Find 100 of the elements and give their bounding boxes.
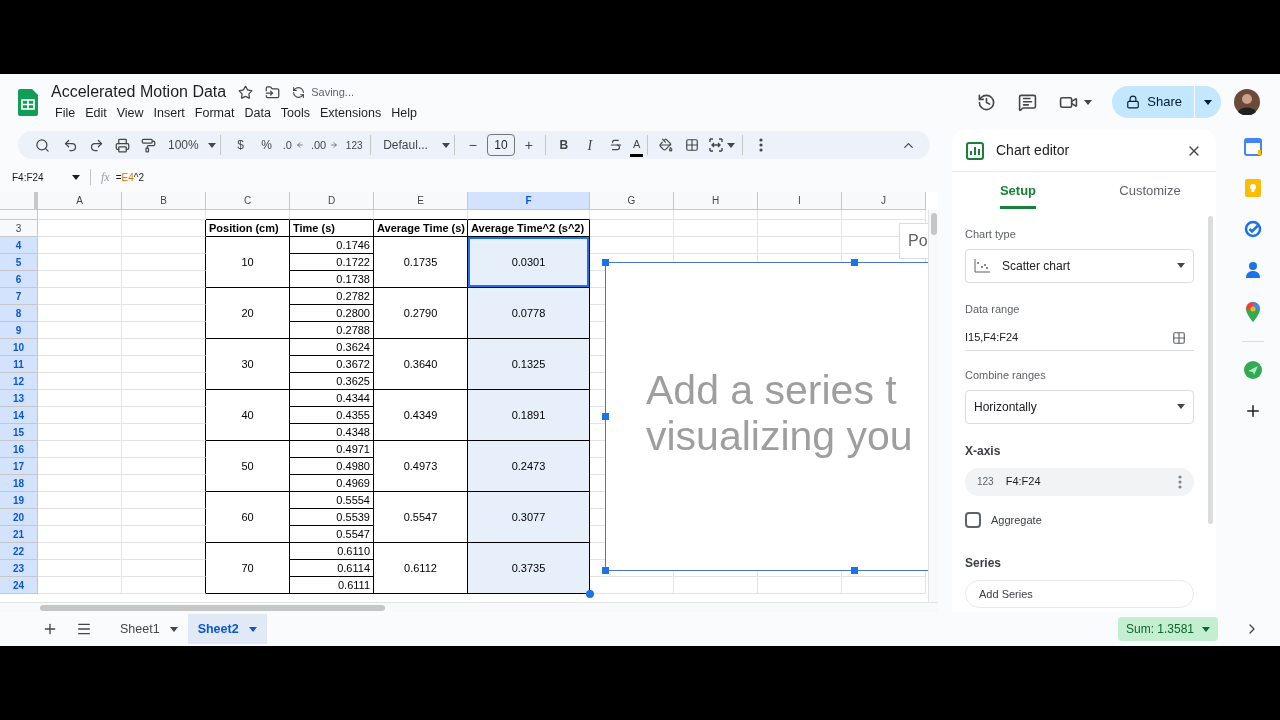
row-header[interactable]: 5 [0, 254, 38, 271]
add-sheet-button[interactable] [42, 621, 58, 637]
folder-icon[interactable] [265, 84, 281, 100]
row-header[interactable]: 15 [0, 424, 38, 441]
italic-button[interactable]: I [577, 133, 602, 157]
row-header[interactable]: 7 [0, 288, 38, 305]
increase-size-button[interactable]: + [516, 133, 541, 157]
row-header[interactable]: 4 [0, 237, 38, 254]
menu-item[interactable]: Tools [276, 103, 315, 123]
table-cell: 0.1722 [290, 254, 374, 271]
x-axis-chip[interactable]: 123 F4:F24 [965, 467, 1194, 496]
row-header[interactable]: 11 [0, 356, 38, 373]
table-cell: 0.6110 [290, 543, 374, 560]
column-header[interactable]: G [590, 192, 674, 210]
row-header[interactable]: 9 [0, 322, 38, 339]
column-header[interactable]: I [758, 192, 842, 210]
row-header[interactable]: 6 [0, 271, 38, 288]
arrow-icon [295, 141, 304, 149]
row-header[interactable]: 18 [0, 475, 38, 492]
menu-item[interactable]: View [112, 103, 148, 123]
row-header[interactable]: 3 [0, 220, 38, 237]
row-header[interactable]: 23 [0, 560, 38, 577]
font-dropdown[interactable]: Defaul... [383, 136, 450, 154]
caret-icon [727, 142, 736, 148]
number-format-button[interactable]: 123 [342, 133, 367, 157]
column-header[interactable]: D [290, 192, 374, 210]
spreadsheet-logo[interactable] [18, 88, 38, 116]
document-title[interactable]: Accelerated Motion Data [51, 80, 227, 104]
sum-button[interactable]: Sum: 1.3581 [1117, 617, 1218, 641]
column-header[interactable]: F [468, 192, 590, 210]
menu-item[interactable]: File [51, 103, 80, 123]
formula-input[interactable]: =E4^2 [115, 169, 144, 185]
table-cell: 0.5554 [290, 492, 374, 509]
aggregate-checkbox[interactable] [965, 511, 981, 528]
calendar-icon[interactable] [1244, 138, 1262, 156]
checkbox-label: Aggregate [991, 512, 1042, 528]
arrow-icon [330, 141, 339, 149]
percent-button[interactable]: % [254, 133, 279, 157]
text-color-button[interactable]: A [629, 133, 644, 157]
avatar[interactable] [1234, 89, 1260, 115]
decrease-decimal-button[interactable]: .0 [279, 133, 307, 157]
chart-type-dropdown[interactable]: Scatter chart [965, 248, 1194, 283]
row-header[interactable]: 21 [0, 526, 38, 543]
font-size-field[interactable]: 10 [486, 134, 515, 156]
row-header[interactable]: 17 [0, 458, 38, 475]
tab[interactable]: Customize [1084, 172, 1216, 212]
sheet-tab[interactable]: Sheet1 [110, 614, 188, 644]
resize-handle[interactable] [602, 567, 609, 574]
decrease-size-button[interactable]: − [460, 133, 485, 157]
data-range-field[interactable]: I15,F4:F24 [965, 325, 1194, 351]
column-header[interactable]: B [122, 192, 206, 210]
save-status: Saving... [311, 84, 354, 100]
column-header[interactable]: A [38, 192, 122, 210]
row-header[interactable]: 10 [0, 339, 38, 356]
selection-handle[interactable] [586, 590, 594, 598]
resize-handle[interactable] [851, 259, 858, 266]
contacts-icon[interactable] [1245, 261, 1261, 279]
sheet-tab[interactable]: Sheet2 [187, 614, 267, 644]
menu-item[interactable]: Insert [149, 103, 189, 123]
table-cell: 0.4980 [290, 458, 374, 475]
table-header-cell: Time (s) [290, 220, 374, 237]
menu-item[interactable]: Format [190, 103, 239, 123]
column-header[interactable]: J [842, 192, 926, 210]
row-header[interactable]: 14 [0, 407, 38, 424]
menu-item[interactable]: Edit [81, 103, 111, 123]
map-pin-icon[interactable] [1246, 302, 1260, 322]
resize-handle[interactable] [602, 259, 609, 266]
star-icon[interactable] [238, 84, 254, 100]
row-header[interactable]: 24 [0, 577, 38, 594]
menu-item[interactable]: Help [387, 103, 421, 123]
row-header[interactable]: 19 [0, 492, 38, 509]
tasks-icon[interactable] [1244, 220, 1262, 238]
row-header[interactable]: 22 [0, 543, 38, 560]
row-header[interactable]: 16 [0, 441, 38, 458]
plane-icon[interactable] [1244, 361, 1262, 379]
row-header[interactable]: 8 [0, 305, 38, 322]
column-header[interactable]: C [206, 192, 290, 210]
menu-item[interactable]: Extensions [316, 103, 386, 123]
row-header[interactable]: 20 [0, 509, 38, 526]
zoom-dropdown[interactable]: 100% [168, 136, 216, 154]
resize-handle[interactable] [851, 567, 858, 574]
column-header[interactable]: E [374, 192, 468, 210]
row-header[interactable]: 13 [0, 390, 38, 407]
more-icon[interactable] [759, 138, 764, 152]
all-sheets-button[interactable] [76, 621, 92, 637]
combine-dropdown[interactable]: Horizontally [965, 389, 1194, 424]
resize-handle[interactable] [602, 413, 609, 420]
comment-icon[interactable] [1018, 92, 1038, 112]
row-header[interactable]: 12 [0, 373, 38, 390]
name-box[interactable]: F4:F24 [12, 169, 80, 185]
table-cell: 0.1738 [290, 271, 374, 288]
currency-button[interactable]: $ [228, 133, 253, 157]
add-icon[interactable] [1244, 402, 1262, 420]
increase-decimal-button[interactable]: .00 [307, 133, 342, 157]
bold-button[interactable]: B [551, 133, 576, 157]
column-header[interactable]: H [674, 192, 758, 210]
tab[interactable]: Setup [952, 172, 1084, 212]
history-icon[interactable] [977, 92, 997, 112]
function-icon: fx [101, 168, 110, 186]
menu-item[interactable]: Data [240, 103, 275, 123]
